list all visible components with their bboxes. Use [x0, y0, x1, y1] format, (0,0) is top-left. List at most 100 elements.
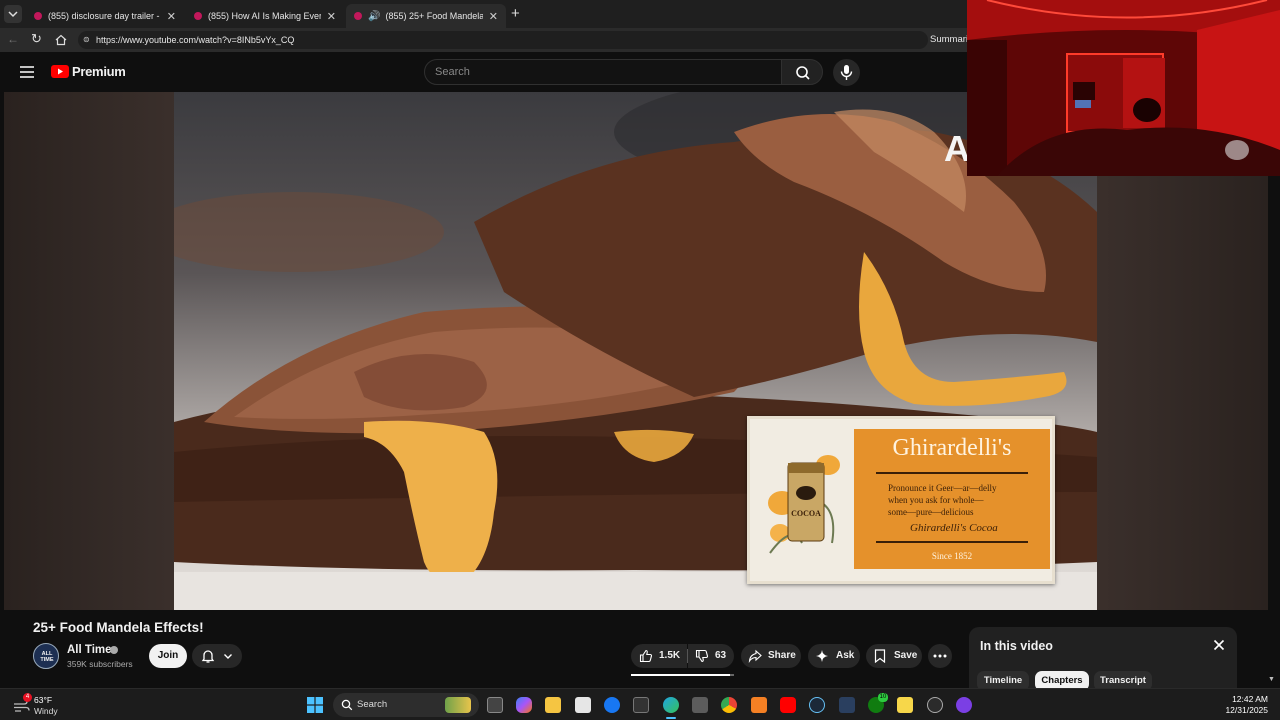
- thumbs-down-icon: [695, 649, 709, 663]
- verified-icon: [110, 646, 118, 654]
- dislike-count: 63: [715, 650, 727, 661]
- ask-button[interactable]: Ask: [808, 644, 860, 668]
- vlc-icon[interactable]: [751, 697, 767, 713]
- site-info-icon[interactable]: ⊜: [83, 31, 90, 49]
- tab-title: (855) How AI Is Making Everything: [208, 11, 321, 21]
- webcam-room-image: [967, 0, 1280, 176]
- tab-close-icon[interactable]: ✕: [167, 10, 176, 23]
- save-label: Save: [894, 650, 918, 661]
- browser-tab[interactable]: (855) disclosure day trailer - YouTu ✕: [26, 4, 184, 28]
- taskbar-search[interactable]: Search: [333, 693, 479, 717]
- like-count: 1.5K: [659, 650, 681, 661]
- amazon-icon[interactable]: [633, 697, 649, 713]
- save-button[interactable]: Save: [866, 644, 922, 668]
- avatar-text: ALL TIME: [40, 651, 54, 663]
- url-text: https://www.youtube.com/watch?v=8INb5vYx…: [96, 35, 295, 45]
- weather-widget[interactable]: 4 63°F Windy: [10, 693, 80, 717]
- like-button[interactable]: 1.5K: [631, 644, 687, 668]
- ghirardelli-ad-card: COCOA Ghirardelli's Pronounce it Geer—ar…: [747, 416, 1055, 584]
- xbox-badge: 10: [878, 693, 888, 702]
- notification-badge: 4: [23, 693, 32, 702]
- ad-line: Pronounce it Geer—ar—delly: [888, 483, 997, 493]
- back-icon[interactable]: ←: [7, 32, 19, 46]
- clock-date[interactable]: 12/31/2025: [1220, 705, 1268, 715]
- edge-icon[interactable]: [663, 697, 679, 713]
- sticky-notes-icon[interactable]: [897, 697, 913, 713]
- ad-line: some—pure—delicious: [888, 507, 974, 517]
- home-icon[interactable]: [55, 33, 67, 51]
- start-button[interactable]: [307, 697, 323, 718]
- share-button[interactable]: Share: [741, 644, 801, 668]
- menu-icon[interactable]: [20, 65, 34, 83]
- windows-logo-icon: [307, 697, 323, 713]
- summarize-button[interactable]: Summari: [930, 34, 968, 45]
- task-view-icon[interactable]: [487, 697, 503, 713]
- calculator-icon[interactable]: [692, 697, 708, 713]
- active-app-indicator: [666, 717, 676, 719]
- tab-title: (855) disclosure day trailer - YouTu: [48, 11, 161, 21]
- ad-line: when you ask for whole—: [888, 495, 984, 505]
- page-scroll-arrow-icon[interactable]: ▼: [1268, 676, 1275, 683]
- video-title: 25+ Food Mandela Effects!: [33, 620, 204, 635]
- facebook-icon[interactable]: [604, 697, 620, 713]
- thumbs-up-icon: [639, 649, 653, 663]
- search-icon: [796, 66, 810, 80]
- microsoft-store-icon[interactable]: [575, 697, 591, 713]
- browser-tab-active[interactable]: 🔊 (855) 25+ Food Mandela Effec ✕: [346, 4, 506, 28]
- reload-icon[interactable]: ↻: [31, 31, 42, 47]
- youtube-favicon-icon: [354, 12, 362, 20]
- search-icon: [341, 699, 353, 711]
- ad-text-panel: Ghirardelli's Pronounce it Geer—ar—delly…: [854, 429, 1050, 569]
- tab-title: (855) 25+ Food Mandela Effec: [385, 11, 483, 21]
- obs-icon[interactable]: [927, 697, 943, 713]
- new-tab-icon[interactable]: +: [511, 5, 520, 22]
- more-actions-button[interactable]: [928, 644, 952, 668]
- tab-list-dropdown-icon[interactable]: [4, 5, 22, 23]
- youtube-favicon-icon: [34, 12, 42, 20]
- voice-search-button[interactable]: [833, 59, 860, 86]
- share-label: Share: [768, 650, 796, 661]
- weather-temp: 63°F: [34, 695, 53, 705]
- ad-brand: Ghirardelli's: [892, 435, 1012, 461]
- close-icon[interactable]: [1213, 638, 1225, 656]
- steam-icon[interactable]: [809, 697, 825, 713]
- youtube-logo-text: Premium: [72, 64, 126, 79]
- share-icon: [748, 649, 762, 663]
- like-progress-bar: [631, 674, 734, 676]
- chevron-down-icon: [224, 654, 232, 659]
- chrome-icon[interactable]: [721, 697, 737, 713]
- tab-close-icon[interactable]: ✕: [327, 10, 336, 23]
- copilot-icon[interactable]: [516, 697, 532, 713]
- taskbar-search-label: Search: [357, 699, 388, 710]
- url-field[interactable]: ⊜ https://www.youtube.com/watch?v=8INb5v…: [78, 31, 928, 49]
- join-label: Join: [157, 650, 179, 661]
- youtube-app-icon[interactable]: [780, 697, 796, 713]
- ad-product: Ghirardelli's Cocoa: [910, 522, 998, 534]
- search-highlight-icon: [445, 697, 471, 713]
- microphone-icon: [840, 65, 853, 80]
- file-explorer-icon[interactable]: [545, 697, 561, 713]
- channel-name[interactable]: All Time: [67, 644, 112, 656]
- in-this-video-panel: In this video Timeline Chapters Transcri…: [969, 627, 1237, 691]
- app-circle-icon[interactable]: [956, 697, 972, 713]
- bookmark-icon: [874, 649, 886, 663]
- browser-tab[interactable]: (855) How AI Is Making Everything ✕: [186, 4, 344, 28]
- search-button[interactable]: [781, 59, 823, 85]
- youtube-logo[interactable]: Premium: [51, 64, 126, 79]
- join-button[interactable]: Join: [149, 644, 187, 668]
- search-input[interactable]: Search: [424, 59, 782, 85]
- app-icon[interactable]: [839, 697, 855, 713]
- ad-since: Since 1852: [931, 551, 973, 561]
- bell-icon: [201, 650, 215, 663]
- notifications-button[interactable]: [192, 644, 242, 668]
- subscriber-count: 359K subscribers: [67, 659, 133, 669]
- dislike-button[interactable]: 63: [688, 644, 734, 668]
- ask-label: Ask: [836, 650, 855, 661]
- tab-audio-icon[interactable]: 🔊: [368, 11, 380, 22]
- more-horizontal-icon: [933, 654, 947, 658]
- sparkle-icon: [816, 650, 828, 662]
- clock-time[interactable]: 12:42 AM: [1228, 694, 1268, 704]
- ad-divider: [876, 472, 1028, 474]
- channel-avatar[interactable]: ALL TIME: [33, 643, 59, 669]
- tab-close-icon[interactable]: ✕: [489, 10, 498, 23]
